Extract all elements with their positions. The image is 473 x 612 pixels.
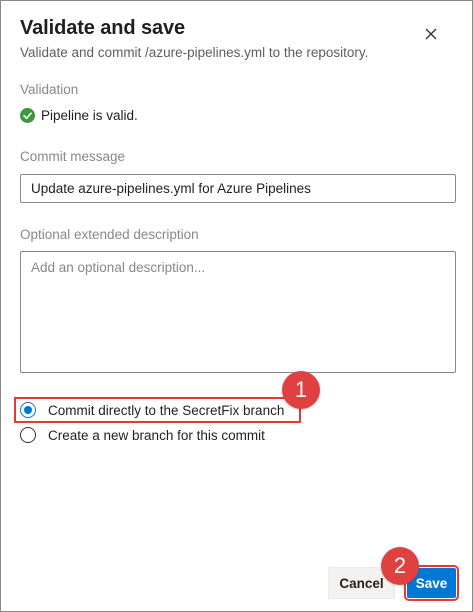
radio-new-branch[interactable]: Create a new branch for this commit <box>20 427 265 443</box>
validation-label: Validation <box>20 82 79 97</box>
validate-save-dialog: Validate and save Validate and commit /a… <box>0 0 473 612</box>
close-button[interactable] <box>420 25 442 47</box>
annotation-badge-2: 2 <box>381 547 419 585</box>
radio-new-branch-label: Create a new branch for this commit <box>48 427 265 443</box>
validation-status: Pipeline is valid. <box>20 108 138 123</box>
dialog-subtitle: Validate and commit /azure-pipelines.yml… <box>20 45 369 60</box>
annotation-highlight-box <box>14 397 301 423</box>
description-label: Optional extended description <box>20 227 199 242</box>
validation-status-text: Pipeline is valid. <box>41 108 138 123</box>
dialog-title: Validate and save <box>20 17 186 39</box>
commit-message-input[interactable] <box>20 174 456 203</box>
close-icon <box>425 27 437 45</box>
radio-button-unselected[interactable] <box>20 427 36 443</box>
description-textarea[interactable] <box>20 251 456 373</box>
commit-message-label: Commit message <box>20 149 126 164</box>
check-circle-icon <box>20 108 35 123</box>
annotation-badge-1: 1 <box>282 371 320 409</box>
